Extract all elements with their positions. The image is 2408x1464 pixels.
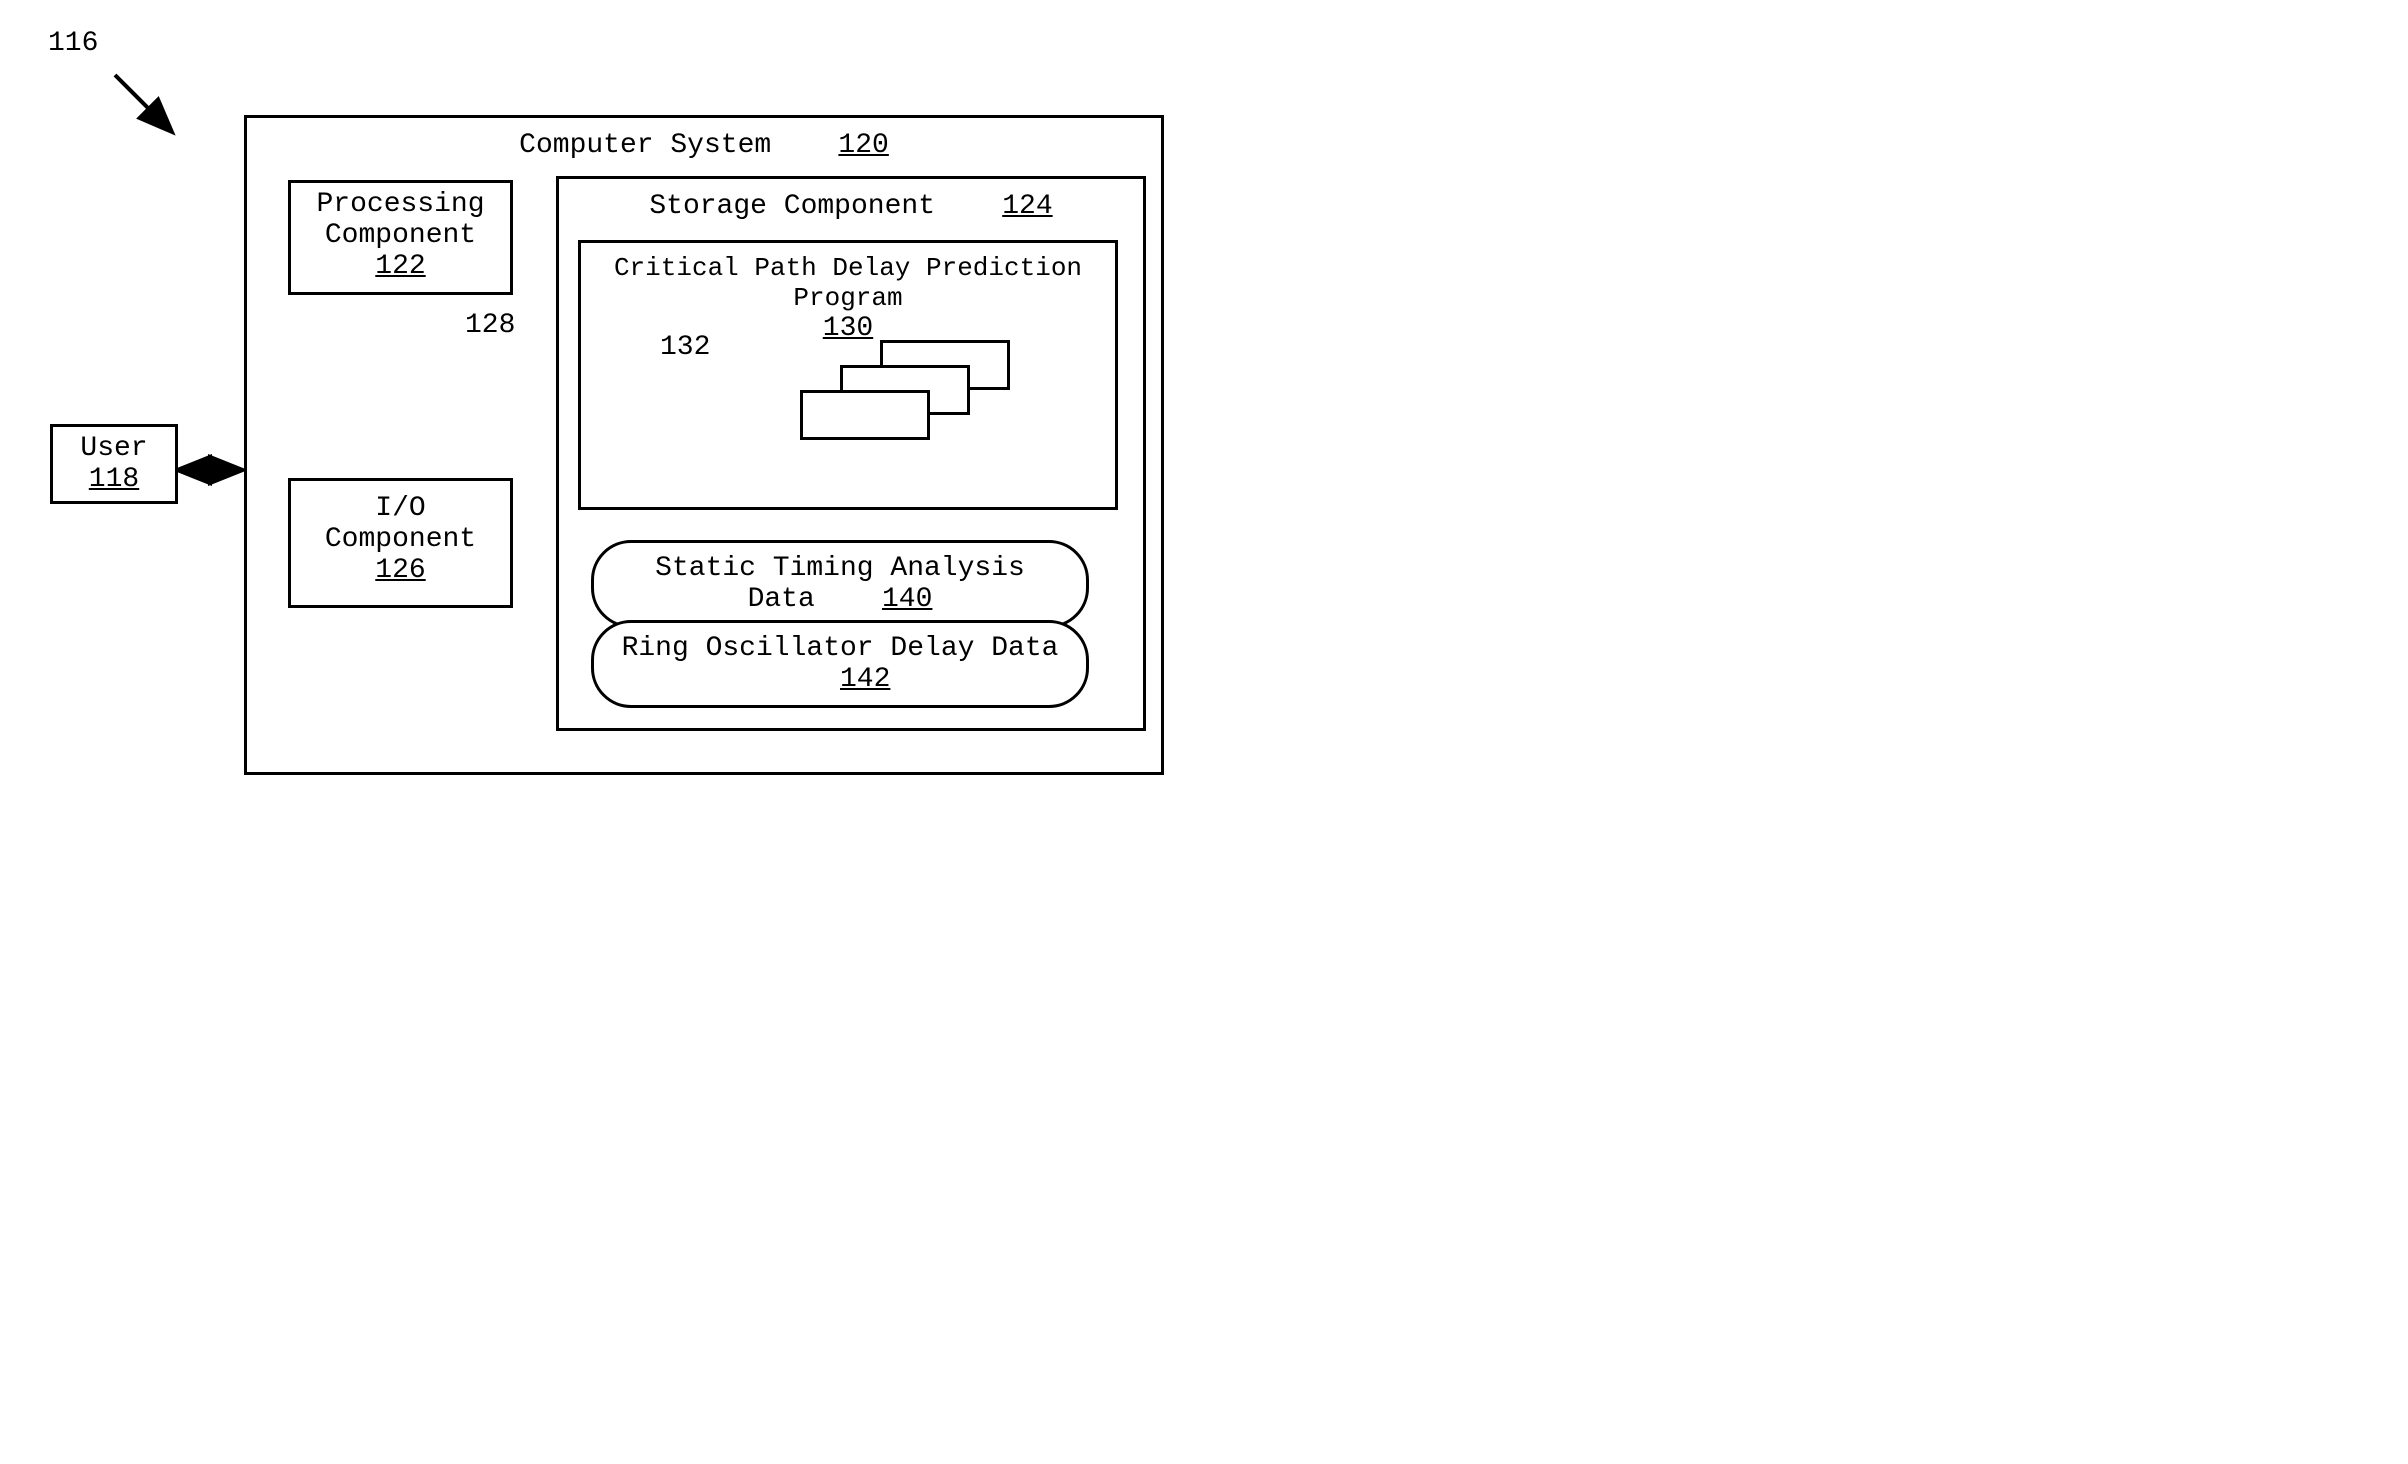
ref-120: 120: [838, 130, 888, 161]
ref-126: 126: [291, 555, 510, 586]
storage-title-row: Storage Component 124: [559, 191, 1143, 222]
ref-142: 142: [840, 664, 890, 695]
ref-128: 128: [465, 310, 515, 341]
static-timing-pill: Static Timing Analysis Data 140: [591, 540, 1089, 628]
ref-140: 140: [882, 584, 932, 615]
static-timing-label: Static Timing Analysis Data: [655, 553, 1025, 615]
user-box: User 118: [50, 424, 178, 504]
computer-system-title-row: Computer System 120: [247, 130, 1161, 161]
processing-label-2: Component: [291, 220, 510, 251]
ref-132: 132: [660, 332, 710, 363]
storage-component-label: Storage Component: [649, 191, 935, 222]
ring-osc-pill: Ring Oscillator Delay Data 142: [591, 620, 1089, 708]
io-component-box: I/O Component 126: [288, 478, 513, 608]
ref-118: 118: [53, 464, 175, 495]
processing-label-1: Processing: [291, 189, 510, 220]
ref-116: 116: [48, 28, 98, 59]
module-card-1: [800, 390, 930, 440]
user-label: User: [53, 433, 175, 464]
io-label-2: Component: [291, 524, 510, 555]
ref-124: 124: [1002, 191, 1052, 222]
ref-122: 122: [291, 251, 510, 282]
computer-system-label: Computer System: [519, 130, 771, 161]
program-label: Critical Path Delay Prediction Program: [581, 253, 1115, 313]
ring-osc-label: Ring Oscillator Delay Data: [622, 633, 1059, 664]
processing-component-box: Processing Component 122: [288, 180, 513, 295]
io-label-1: I/O: [291, 493, 510, 524]
